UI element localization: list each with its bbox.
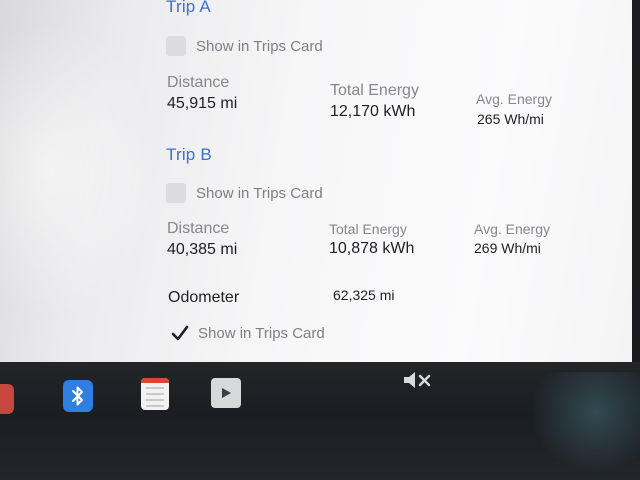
odometer-show-label: Show in Trips Card — [198, 324, 325, 342]
trip-a-title: Trip A — [166, 0, 211, 16]
trip-a-show-label: Show in Trips Card — [196, 37, 323, 55]
trip-b-energy-label: Total Energy — [329, 221, 407, 237]
media-icon — [222, 388, 231, 398]
calendar-button[interactable] — [141, 378, 169, 410]
trip-a-energy-value: 12,170 kWh — [330, 103, 416, 120]
trip-b-title: Trip B — [166, 145, 212, 164]
checkmark-icon[interactable] — [170, 323, 190, 343]
bottom-dock — [0, 362, 640, 480]
trip-a-distance-label: Distance — [167, 74, 230, 91]
trips-panel: Trip A Show in Trips Card Distance 45,91… — [0, 0, 632, 362]
media-button[interactable] — [211, 378, 241, 408]
odometer-show-toggle[interactable]: Show in Trips Card — [170, 323, 325, 343]
trip-b-distance-value: 40,385 mi — [167, 241, 238, 258]
trip-a-checkbox[interactable] — [166, 36, 186, 56]
trip-b-distance-label: Distance — [167, 220, 230, 237]
trip-b-show-label: Show in Trips Card — [196, 184, 323, 202]
trip-b-show-toggle[interactable]: Show in Trips Card — [166, 183, 323, 203]
trip-a-distance-value: 45,915 mi — [167, 95, 238, 112]
bluetooth-button[interactable] — [63, 380, 93, 412]
trip-b-energy-value: 10,878 kWh — [329, 240, 415, 257]
odometer-label: Odometer — [168, 289, 240, 306]
trip-a-avg-value: 265 Wh/mi — [477, 111, 544, 127]
calendar-icon — [141, 378, 169, 383]
trip-a-energy-label: Total Energy — [330, 82, 419, 99]
trip-a-show-toggle[interactable]: Show in Trips Card — [166, 36, 323, 56]
bluetooth-icon — [72, 386, 83, 406]
trip-b-checkbox[interactable] — [166, 183, 186, 203]
trip-b-avg-label: Avg. Energy — [474, 221, 551, 237]
trip-a-avg-label: Avg. Energy — [476, 91, 553, 107]
volume-mute-icon[interactable] — [402, 368, 434, 392]
trip-b-avg-value: 269 Wh/mi — [474, 240, 541, 256]
app-icon[interactable] — [0, 384, 14, 414]
odometer-value: 62,325 mi — [333, 287, 395, 303]
